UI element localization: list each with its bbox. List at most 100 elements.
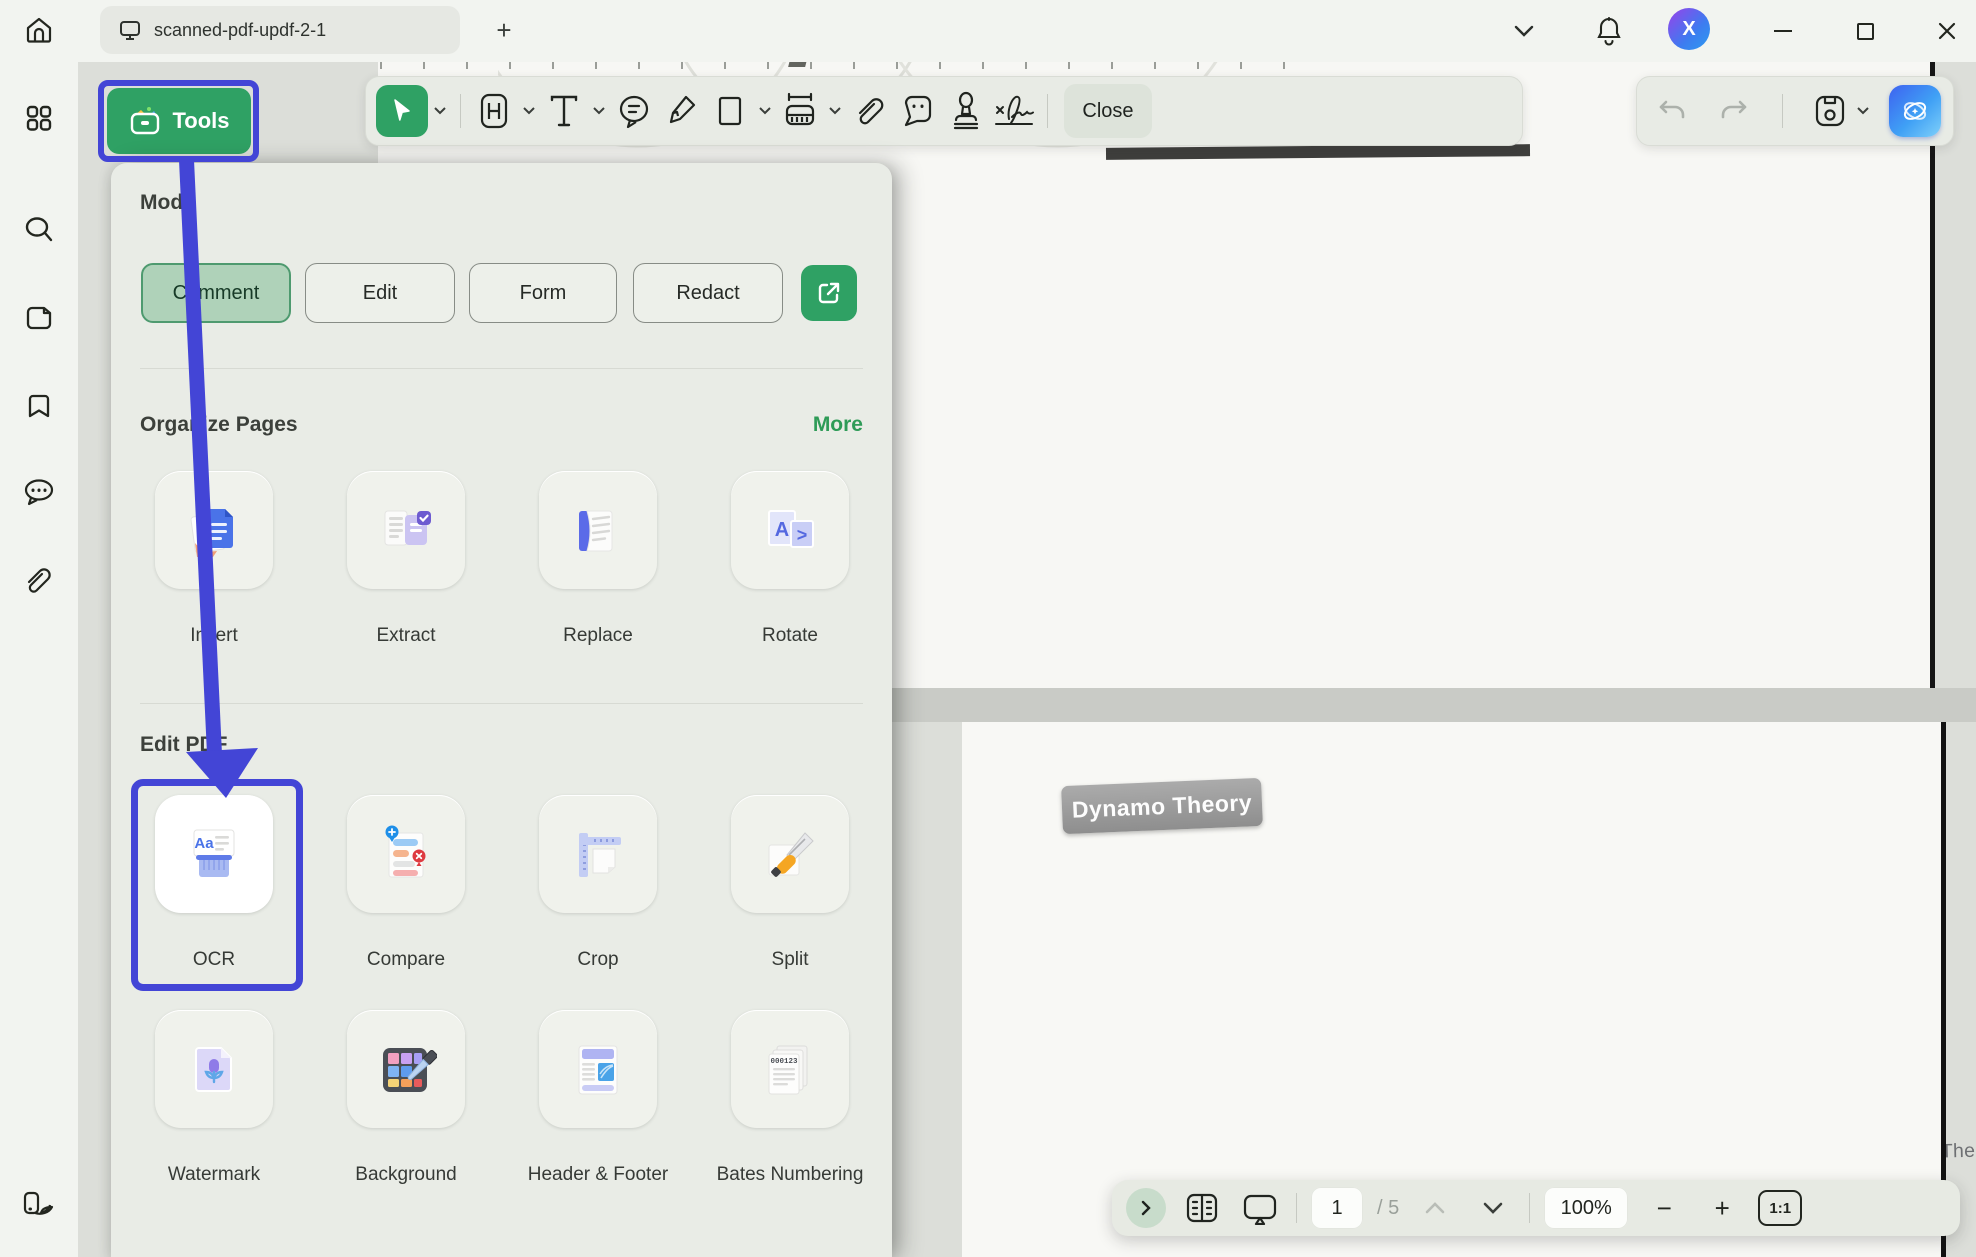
open-in-window-button[interactable] <box>801 265 857 321</box>
stamp-tool-icon[interactable] <box>943 85 989 137</box>
attachment-tool-icon[interactable] <box>847 85 893 137</box>
statusbar-divider <box>1296 1193 1297 1223</box>
previous-page-icon[interactable] <box>1413 1186 1457 1230</box>
expand-panel-button[interactable] <box>1126 1188 1166 1228</box>
tool-tile-background[interactable]: Background <box>310 1010 502 1188</box>
bates-numbering-icon: 000123 <box>731 1010 849 1128</box>
tool-tile-compare[interactable]: Compare <box>310 795 502 973</box>
bookmarks-panel-icon[interactable] <box>17 384 61 428</box>
tool-tile-split[interactable]: Split <box>694 795 886 973</box>
tool-tile-watermark[interactable]: Watermark <box>118 1010 310 1188</box>
page-navigation-bar: 1 / 5 100% − + 1:1 <box>1112 1180 1960 1236</box>
grid-menu-icon[interactable] <box>17 96 61 140</box>
ocr-annotation-box <box>131 779 303 991</box>
tool-tile-rotate[interactable]: A > Rotate <box>694 471 886 649</box>
tile-label: Compare <box>367 947 445 973</box>
comment-tool-icon[interactable] <box>611 85 657 137</box>
search-icon[interactable] <box>17 208 61 252</box>
tile-label: Replace <box>563 623 633 649</box>
tabs-dropdown-icon[interactable] <box>1505 12 1543 50</box>
draw-flourish-icon[interactable] <box>17 1182 61 1226</box>
save-icon[interactable] <box>1807 85 1853 137</box>
text-tool-icon[interactable] <box>541 85 587 137</box>
highlight-tool-chevron-icon[interactable] <box>519 85 539 137</box>
toolbar-divider <box>1782 94 1783 128</box>
tab-title: scanned-pdf-updf-2-1 <box>154 20 326 41</box>
tab-monitor-icon <box>118 18 142 42</box>
tools-panel: Mode Comment Edit Form Redact Organize P… <box>111 163 892 1257</box>
rotate-icon: A > <box>731 471 849 589</box>
background-icon <box>347 1010 465 1128</box>
maximize-button[interactable] <box>1846 12 1884 50</box>
mode-button-redact[interactable]: Redact <box>633 263 783 323</box>
select-tool-chevron-icon[interactable] <box>430 85 450 137</box>
mode-button-edit[interactable]: Edit <box>305 263 455 323</box>
actual-size-button[interactable]: 1:1 <box>1758 1190 1802 1226</box>
tools-annotation-box <box>98 80 259 162</box>
tool-tile-crop[interactable]: Crop <box>502 795 694 973</box>
comments-panel-icon[interactable] <box>17 470 61 514</box>
tile-label: Watermark <box>168 1162 260 1188</box>
watermark-icon <box>155 1010 273 1128</box>
measure-tool-icon[interactable] <box>777 85 823 137</box>
mode-heading: Mode <box>140 191 195 215</box>
zoom-level-input[interactable]: 100% <box>1544 1187 1628 1229</box>
text-tool-chevron-icon[interactable] <box>589 85 609 137</box>
sticker-tool-icon[interactable] <box>895 85 941 137</box>
header-footer-icon <box>539 1010 657 1128</box>
crop-icon <box>539 795 657 913</box>
user-avatar[interactable]: X <box>1668 8 1710 50</box>
organize-more-link[interactable]: More <box>751 413 863 437</box>
two-page-view-icon[interactable] <box>1180 1186 1224 1230</box>
measure-tool-chevron-icon[interactable] <box>825 85 845 137</box>
edit-pdf-heading: Edit PDF <box>140 733 228 757</box>
window-titlebar: scanned-pdf-updf-2-1 + X <box>0 0 1976 62</box>
attachments-panel-icon[interactable] <box>17 558 61 602</box>
panel-divider <box>140 703 863 704</box>
tile-label: Rotate <box>762 623 818 649</box>
ai-assistant-button[interactable] <box>1889 85 1941 137</box>
home-icon[interactable] <box>17 8 61 52</box>
new-tab-button[interactable]: + <box>488 14 520 46</box>
pages-panel-icon[interactable] <box>17 296 61 340</box>
tool-tile-bates-numbering[interactable]: 000123 Bates Numbering <box>694 1010 886 1188</box>
tool-tile-replace[interactable]: Replace <box>502 471 694 649</box>
tile-label: Crop <box>577 947 618 973</box>
tile-label: Header & Footer <box>528 1162 668 1188</box>
annotation-toolbar: Close <box>365 76 1523 146</box>
insert-icon <box>155 471 273 589</box>
undo-icon[interactable] <box>1649 85 1695 137</box>
tile-label: Background <box>355 1162 456 1188</box>
document-tab[interactable]: scanned-pdf-updf-2-1 <box>100 6 460 54</box>
shape-tool-icon[interactable] <box>707 85 753 137</box>
tile-label: Split <box>772 947 809 973</box>
presentation-mode-icon[interactable] <box>1238 1186 1282 1230</box>
mode-button-form[interactable]: Form <box>469 263 617 323</box>
select-tool-button[interactable] <box>376 85 428 137</box>
save-chevron-icon[interactable] <box>1853 85 1873 137</box>
zoom-in-button[interactable]: + <box>1700 1186 1744 1230</box>
svg-text:A: A <box>775 519 789 541</box>
toolbar-divider <box>460 94 461 128</box>
close-toolbar-button[interactable]: Close <box>1064 84 1152 138</box>
notifications-bell-icon[interactable] <box>1590 12 1628 50</box>
tile-label: Extract <box>376 623 435 649</box>
svg-text:>: > <box>797 525 808 545</box>
shape-tool-chevron-icon[interactable] <box>755 85 775 137</box>
tile-label: Insert <box>190 623 238 649</box>
next-page-icon[interactable] <box>1471 1186 1515 1230</box>
zoom-out-button[interactable]: − <box>1642 1186 1686 1230</box>
tool-tile-insert[interactable]: Insert <box>118 471 310 649</box>
mode-button-comment[interactable]: Comment <box>141 263 291 323</box>
tool-tile-extract[interactable]: Extract <box>310 471 502 649</box>
highlight-tool-icon[interactable] <box>471 85 517 137</box>
redo-icon[interactable] <box>1711 85 1757 137</box>
close-window-button[interactable] <box>1928 12 1966 50</box>
extract-icon <box>347 471 465 589</box>
dynamo-theory-highlight: Dynamo Theory <box>1061 778 1263 834</box>
pen-tool-icon[interactable] <box>659 85 705 137</box>
signature-tool-icon[interactable] <box>991 85 1037 137</box>
tool-tile-header-footer[interactable]: Header & Footer <box>502 1010 694 1188</box>
minimize-button[interactable] <box>1764 12 1802 50</box>
page-number-input[interactable]: 1 <box>1311 1187 1363 1229</box>
